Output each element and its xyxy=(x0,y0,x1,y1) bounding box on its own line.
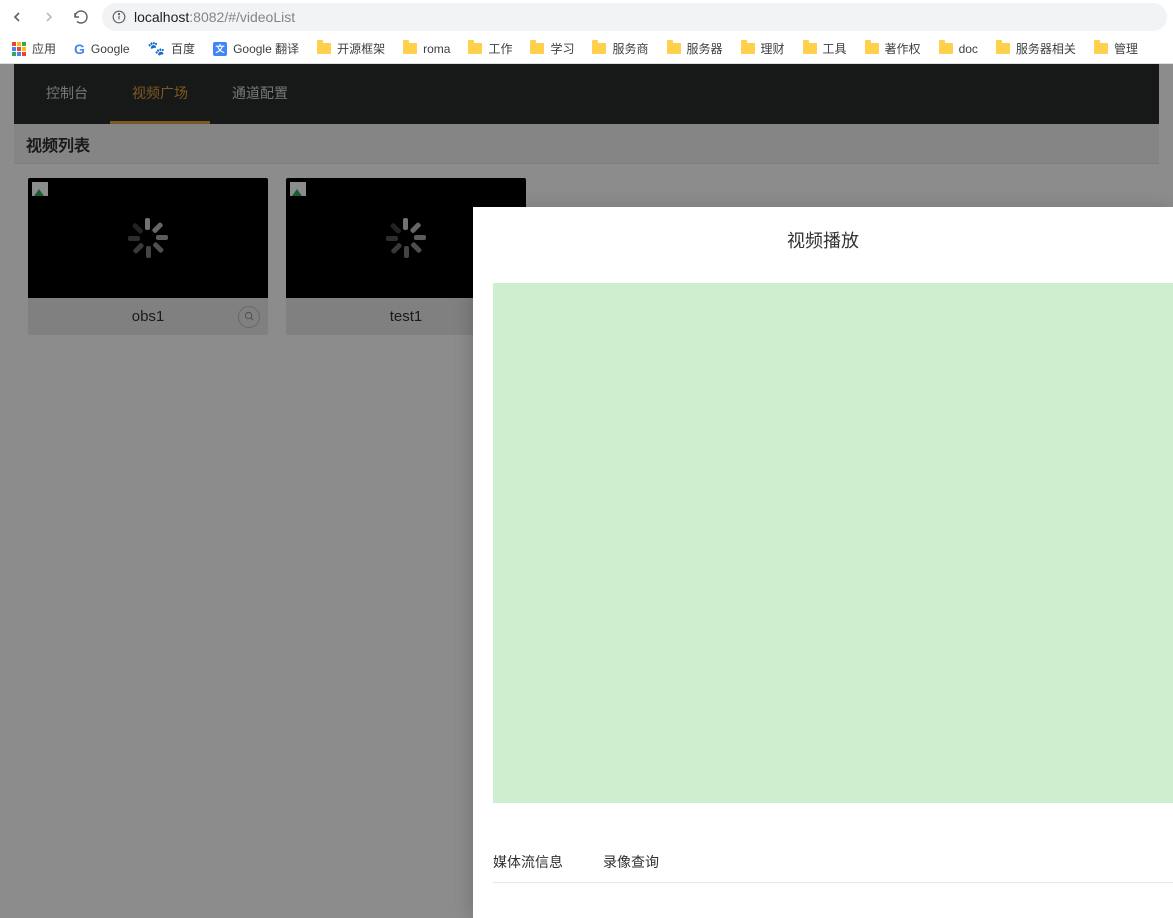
video-title: obs1 xyxy=(132,308,165,325)
folder-icon xyxy=(803,43,817,54)
tab-console[interactable]: 控制台 xyxy=(24,64,110,124)
tab-stream-info[interactable]: 媒体流信息 xyxy=(493,843,563,882)
bookmark-folder[interactable]: 服务器 xyxy=(667,40,723,57)
browser-toolbar: localhost:8082/#/videoList xyxy=(0,0,1173,34)
folder-icon xyxy=(530,43,544,54)
folder-icon xyxy=(939,43,953,54)
folder-icon xyxy=(592,43,606,54)
info-icon xyxy=(112,10,126,24)
tab-record-query[interactable]: 录像查询 xyxy=(603,843,659,882)
address-bar[interactable]: localhost:8082/#/videoList xyxy=(102,3,1167,31)
reload-button[interactable] xyxy=(70,6,92,28)
bookmark-folder[interactable]: 学习 xyxy=(530,40,574,57)
video-card-footer: obs1 xyxy=(28,298,268,335)
bookmark-google-translate[interactable]: 文 Google 翻译 xyxy=(213,40,299,57)
folder-icon xyxy=(1094,43,1108,54)
list-header: 视频列表 xyxy=(14,124,1159,164)
zoom-button[interactable] xyxy=(238,306,260,328)
bookmarks-bar: 应用 G Google 🐾 百度 文 Google 翻译 开源框架 roma 工… xyxy=(0,34,1173,64)
folder-icon xyxy=(468,43,482,54)
broken-image-icon xyxy=(32,182,48,196)
magnify-icon xyxy=(244,311,255,322)
bookmark-folder[interactable]: roma xyxy=(403,42,450,56)
drawer-tabs: 媒体流信息 录像查询 xyxy=(493,843,1173,883)
page-content: 控制台 视频广场 通道配置 视频列表 obs1 xyxy=(0,64,1173,918)
bookmark-google[interactable]: G Google xyxy=(74,41,130,57)
bookmark-folder[interactable]: doc xyxy=(939,42,978,56)
video-drawer: 视频播放 媒体流信息 录像查询 xyxy=(473,207,1173,918)
folder-icon xyxy=(741,43,755,54)
bookmark-folder[interactable]: 工具 xyxy=(803,40,847,57)
bookmark-folder[interactable]: 著作权 xyxy=(865,40,921,57)
folder-icon xyxy=(667,43,681,54)
bookmark-folder[interactable]: 服务器相关 xyxy=(996,40,1076,57)
translate-icon: 文 xyxy=(213,42,227,56)
url-text: localhost:8082/#/videoList xyxy=(134,9,295,25)
folder-icon xyxy=(865,43,879,54)
tab-video-square[interactable]: 视频广场 xyxy=(110,64,210,124)
baidu-icon: 🐾 xyxy=(148,40,165,57)
folder-icon xyxy=(403,43,417,54)
app-nav: 控制台 视频广场 通道配置 xyxy=(14,64,1159,124)
bookmark-folder[interactable]: 工作 xyxy=(468,40,512,57)
bookmark-folder[interactable]: 开源框架 xyxy=(317,40,385,57)
tab-channel-config[interactable]: 通道配置 xyxy=(210,64,310,124)
loading-spinner-icon xyxy=(386,218,426,258)
bookmark-baidu[interactable]: 🐾 百度 xyxy=(148,40,195,57)
folder-icon xyxy=(996,43,1010,54)
video-thumbnail xyxy=(28,178,268,298)
bookmark-folder[interactable]: 服务商 xyxy=(592,40,648,57)
video-card[interactable]: obs1 xyxy=(28,178,268,335)
folder-icon xyxy=(317,43,331,54)
broken-image-icon xyxy=(290,182,306,196)
google-icon: G xyxy=(74,41,85,57)
bookmark-folder[interactable]: 管理 xyxy=(1094,40,1138,57)
bookmark-apps[interactable]: 应用 xyxy=(12,40,56,57)
forward-button[interactable] xyxy=(38,6,60,28)
bookmark-folder[interactable]: 理财 xyxy=(741,40,785,57)
apps-icon xyxy=(12,42,26,56)
video-player-area[interactable] xyxy=(493,283,1173,803)
video-title: test1 xyxy=(390,308,423,325)
loading-spinner-icon xyxy=(128,218,168,258)
drawer-title: 视频播放 xyxy=(493,227,1173,253)
back-button[interactable] xyxy=(6,6,28,28)
